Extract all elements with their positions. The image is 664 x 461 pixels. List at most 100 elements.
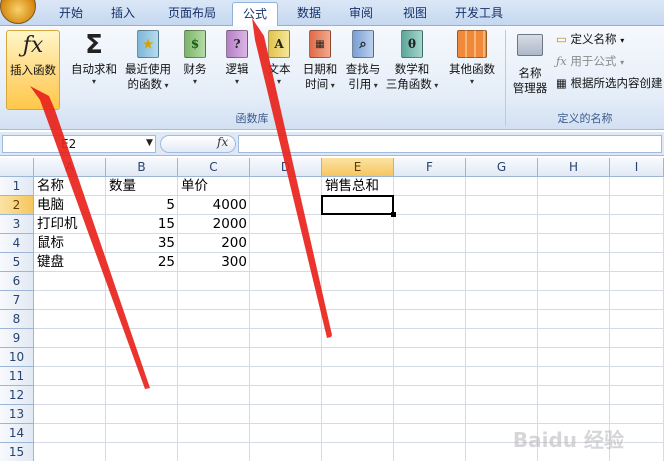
gridline <box>34 328 664 329</box>
insert-function-label: 插入函数 <box>10 63 56 77</box>
recent-book-icon: ★ <box>133 30 163 60</box>
row-header-8[interactable]: 8 <box>0 310 34 329</box>
defined-names-group-label: 定义的名称 <box>557 112 613 125</box>
column-header-d[interactable]: D <box>250 158 322 177</box>
fx-icon: ƒx <box>22 33 44 58</box>
lookup-reference-button[interactable]: ⌕ 查找与 引用 ▾ <box>342 30 384 106</box>
function-library-group-label: 函数库 <box>235 112 269 125</box>
insert-function-fx-icon[interactable]: fx <box>217 135 228 149</box>
insert-function-button[interactable]: ƒx 插入函数 <box>6 30 60 110</box>
create-from-selection-label: 根据所选内容创建 <box>570 76 663 90</box>
recently-used-label-2: 的函数 <box>127 77 162 91</box>
row-header-3[interactable]: 3 <box>0 215 34 234</box>
cell-e1[interactable]: 销售总和 <box>322 177 454 196</box>
row-header-12[interactable]: 12 <box>0 386 34 405</box>
chevron-down-icon: ▾ <box>371 81 378 90</box>
column-header-f[interactable]: F <box>394 158 466 177</box>
column-header-h[interactable]: H <box>538 158 610 177</box>
name-manager-icon <box>515 34 545 64</box>
row-header-4[interactable]: 4 <box>0 234 34 253</box>
math-trig-button[interactable]: θ 数学和 三角函数 ▾ <box>384 30 440 106</box>
use-in-formula-label: 用于公式 <box>570 54 617 68</box>
row-header-6[interactable]: 6 <box>0 272 34 291</box>
cell-c4[interactable]: 200 <box>178 234 250 253</box>
define-name-label: 定义名称 <box>570 32 617 46</box>
lookup-label-1: 查找与 <box>345 62 381 76</box>
column-header-a[interactable]: A <box>34 158 106 177</box>
column-header-g[interactable]: G <box>466 158 538 177</box>
recently-used-label-1: 最近使用 <box>125 62 171 76</box>
table-icon: ▦ <box>556 76 567 90</box>
worksheet-grid[interactable]: A B C D E F G H I 1 2 3 4 5 6 7 8 9 10 11 12 13 14 15 名称 数量 单价 销售总和… <box>0 158 664 461</box>
cell-c3[interactable]: 2000 <box>178 215 250 234</box>
formula-input[interactable] <box>238 135 662 153</box>
text-book-icon: A <box>264 30 294 60</box>
logical-book-icon: ? <box>222 30 252 60</box>
cell-b4[interactable]: 35 <box>106 234 178 253</box>
select-all-corner[interactable] <box>0 158 34 177</box>
autosum-label: 自动求和 <box>71 62 117 76</box>
chevron-down-icon: ▾ <box>276 77 281 86</box>
row-header-15[interactable]: 15 <box>0 443 34 461</box>
column-header-b[interactable]: B <box>106 158 178 177</box>
text-button[interactable]: A 文本 ▾ <box>262 30 296 106</box>
row-header-11[interactable]: 11 <box>0 367 34 386</box>
theta-book-icon: θ <box>397 30 427 60</box>
logical-button[interactable]: ? 逻辑 ▾ <box>220 30 254 106</box>
row-header-5[interactable]: 5 <box>0 253 34 272</box>
cell-c2[interactable]: 4000 <box>178 196 250 215</box>
tab-page-layout[interactable]: 页面布局 <box>156 4 228 26</box>
row-header-7[interactable]: 7 <box>0 291 34 310</box>
row-header-9[interactable]: 9 <box>0 329 34 348</box>
tab-formulas[interactable]: 公式 <box>232 2 278 27</box>
autosum-button[interactable]: Σ 自动求和 ▾ <box>66 30 122 106</box>
sigma-icon: Σ <box>85 30 103 60</box>
gridline <box>34 404 664 405</box>
cell-c5[interactable]: 300 <box>178 253 250 272</box>
text-label: 文本 <box>267 62 291 76</box>
name-manager-button[interactable]: 名称 管理器 <box>508 30 552 106</box>
active-cell-border[interactable] <box>321 195 394 215</box>
tab-view[interactable]: 视图 <box>392 4 438 26</box>
row-header-14[interactable]: 14 <box>0 424 34 443</box>
row-header-2[interactable]: 2 <box>0 196 34 215</box>
gridline <box>34 290 664 291</box>
column-header-c[interactable]: C <box>178 158 250 177</box>
row-header-13[interactable]: 13 <box>0 405 34 424</box>
more-functions-button[interactable]: 其他函数 ▾ <box>444 30 500 106</box>
chevron-down-icon[interactable]: ▼ <box>146 138 153 148</box>
more-functions-label: 其他函数 <box>449 62 495 76</box>
cell-b3[interactable]: 15 <box>106 215 178 234</box>
use-in-formula-button[interactable]: ƒx 用于公式 ▾ <box>556 52 624 70</box>
tab-insert[interactable]: 插入 <box>100 4 146 26</box>
cell-b5[interactable]: 25 <box>106 253 178 272</box>
tab-review[interactable]: 审阅 <box>338 4 384 26</box>
define-name-button[interactable]: ▭ 定义名称 ▾ <box>556 30 624 48</box>
cell-c1[interactable]: 单价 <box>178 177 310 196</box>
recently-used-button[interactable]: ★ 最近使用 的函数 ▾ <box>122 30 174 106</box>
fill-handle[interactable] <box>391 212 396 217</box>
tab-developer[interactable]: 开发工具 <box>446 4 512 26</box>
date-time-label-1: 日期和 <box>302 62 338 76</box>
column-header-i[interactable]: I <box>610 158 664 177</box>
chevron-down-icon: ▾ <box>192 77 197 86</box>
formula-bar: E2 ▼ fx <box>0 132 664 156</box>
ribbon: ƒx 插入函数 Σ 自动求和 ▾ ★ 最近使用 的函数 ▾ $ 财务 ▾ ? 逻… <box>0 26 664 130</box>
financial-button[interactable]: $ 财务 ▾ <box>178 30 212 106</box>
cell-b2[interactable]: 5 <box>106 196 178 215</box>
gridline <box>34 366 664 367</box>
office-button[interactable] <box>0 0 36 24</box>
magnifier-book-icon: ⌕ <box>348 30 378 60</box>
chevron-down-icon: ▾ <box>234 77 239 86</box>
row-header-1[interactable]: 1 <box>0 177 34 196</box>
column-header-e[interactable]: E <box>322 158 394 177</box>
tab-home[interactable]: 开始 <box>48 4 94 26</box>
name-manager-label-2: 管理器 <box>512 81 548 95</box>
row-header-10[interactable]: 10 <box>0 348 34 367</box>
name-box[interactable]: E2 <box>2 135 156 153</box>
date-time-button[interactable]: ▦ 日期和 时间 ▾ <box>300 30 340 106</box>
tab-data[interactable]: 数据 <box>286 4 332 26</box>
chevron-down-icon: ▾ <box>328 81 335 90</box>
gridline <box>321 177 322 461</box>
create-from-selection-button[interactable]: ▦ 根据所选内容创建 <box>556 74 663 92</box>
